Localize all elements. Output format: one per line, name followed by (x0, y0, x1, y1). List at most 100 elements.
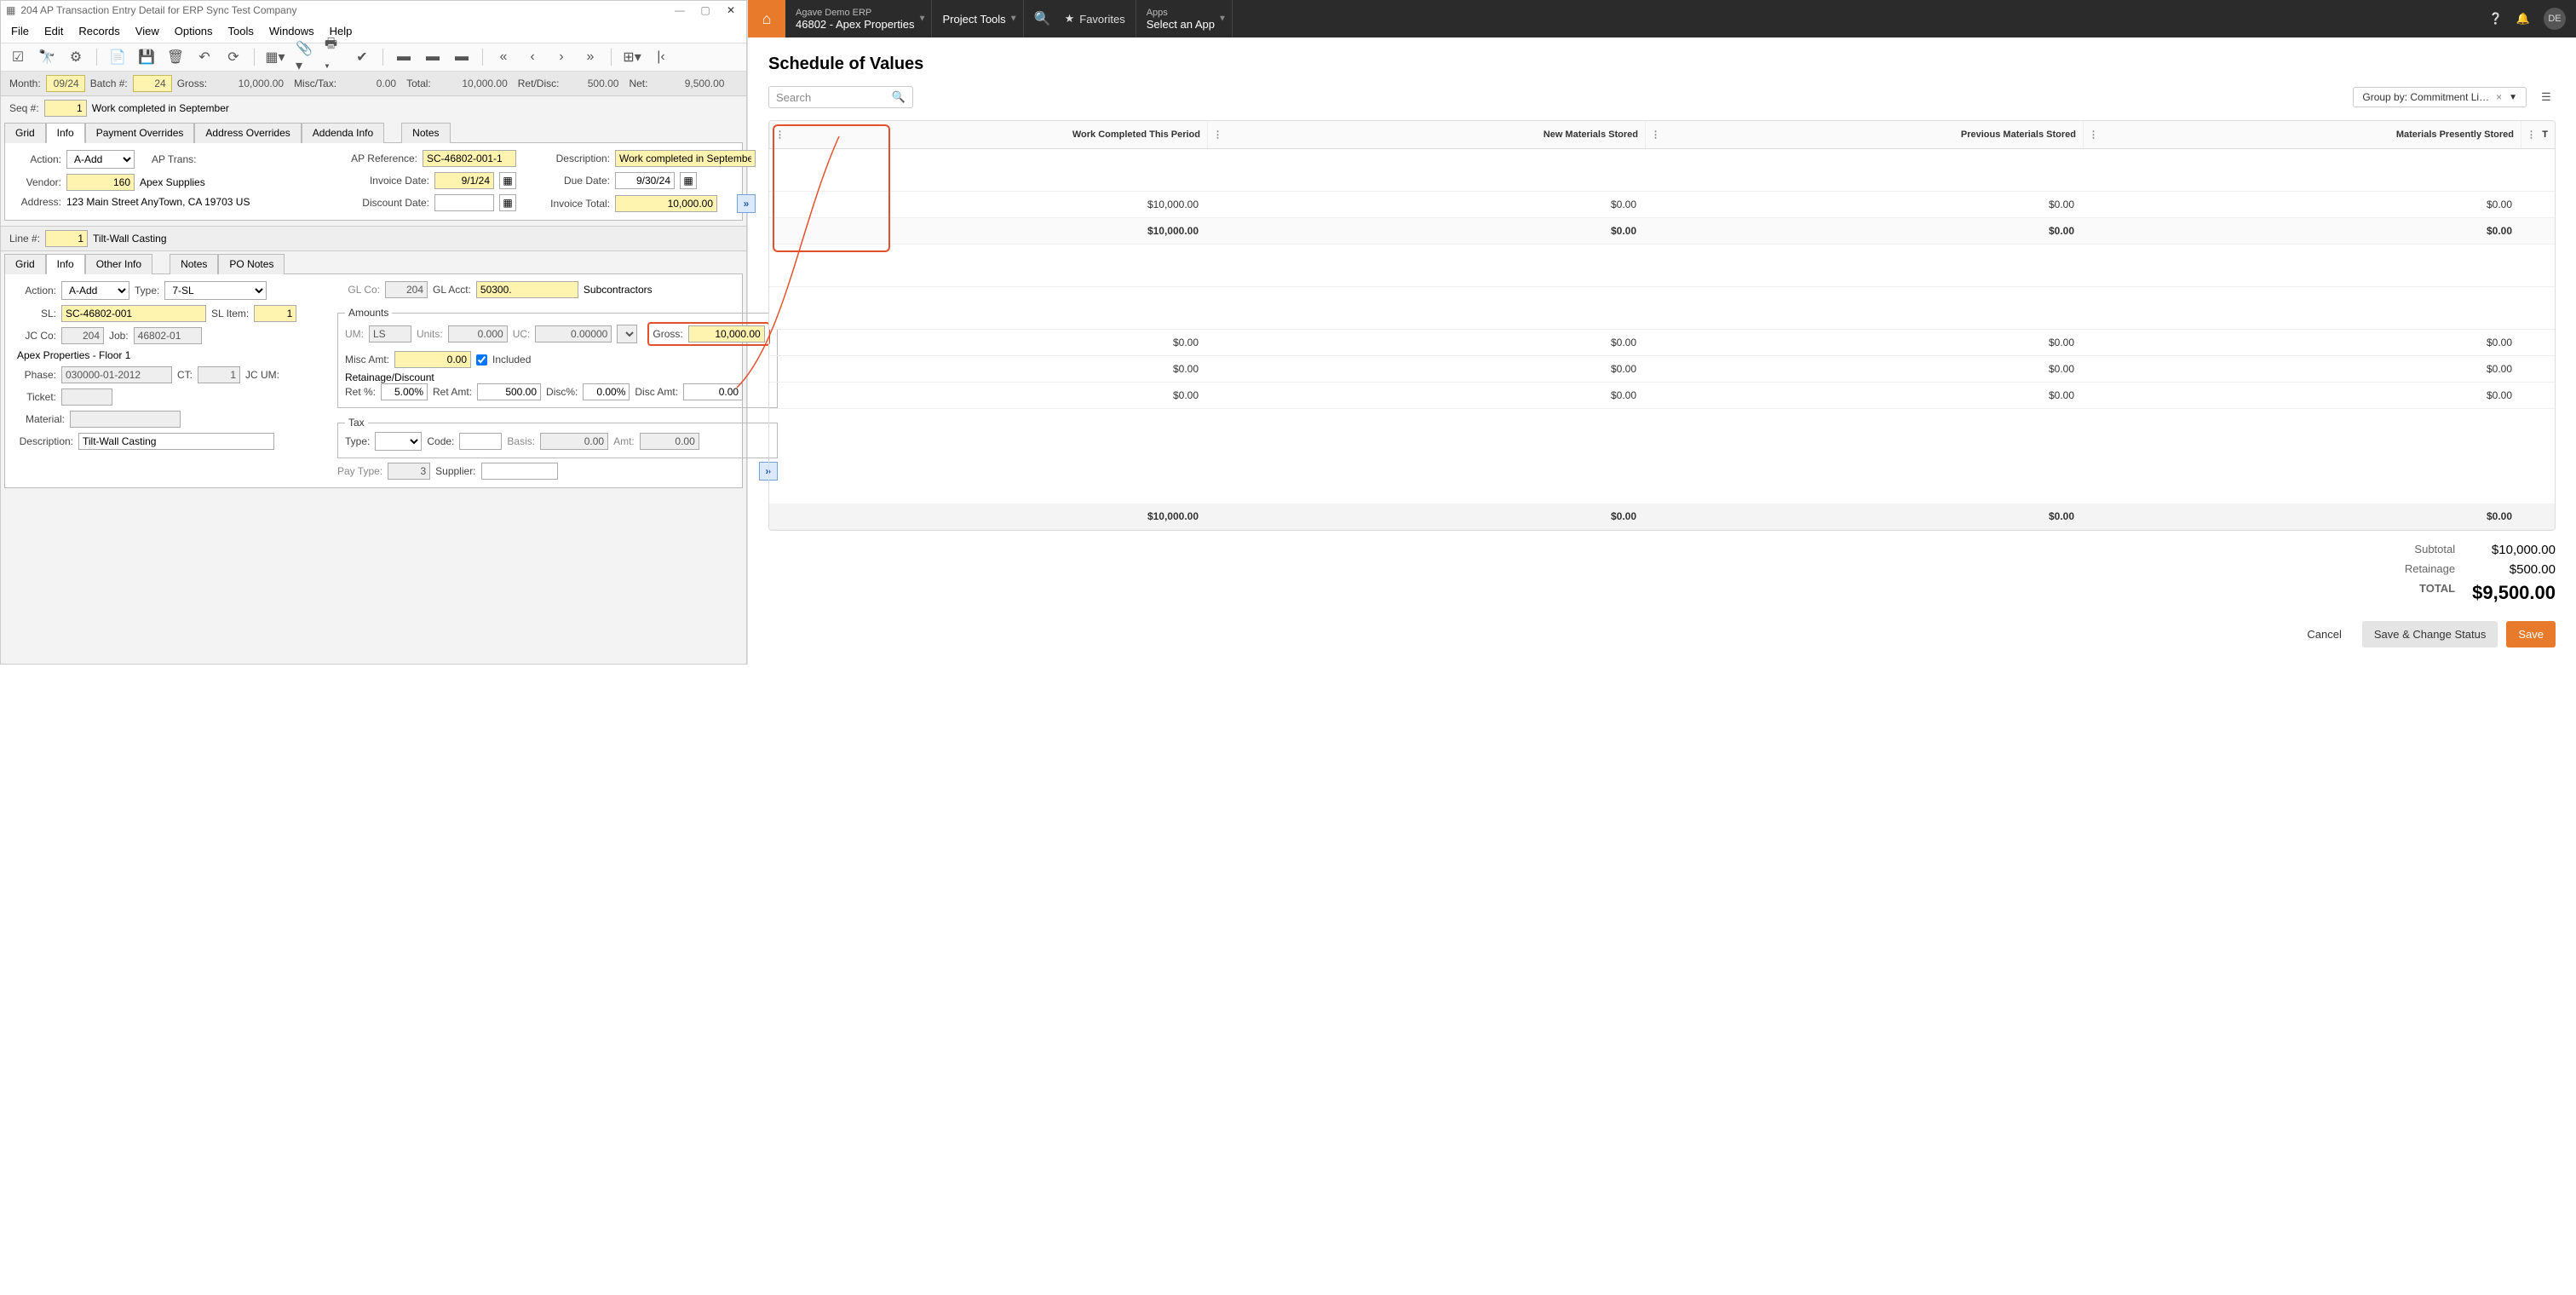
seq-input[interactable] (44, 100, 87, 117)
action2-select[interactable]: A-Add (61, 281, 129, 300)
tab-grid-2[interactable]: Grid (4, 254, 46, 274)
line-input[interactable] (45, 230, 88, 247)
settings-sliders-icon[interactable]: ☰ (2537, 88, 2556, 106)
print-icon[interactable]: 🖶▾ (325, 49, 342, 66)
check-icon[interactable]: ☑ (9, 49, 26, 66)
taxtype-select[interactable] (375, 432, 422, 451)
tab-notes-2[interactable]: Notes (170, 254, 218, 274)
tab-info-2[interactable]: Info (46, 254, 85, 274)
table-row[interactable]: $0.00$0.00$0.00$0.00 (769, 356, 2555, 383)
miscamt-input[interactable] (394, 351, 471, 368)
tab-addenda-info[interactable]: Addenda Info (302, 123, 384, 143)
menu-records[interactable]: Records (78, 25, 119, 37)
search-input[interactable]: Search 🔍 (768, 86, 913, 108)
code-input[interactable] (459, 433, 502, 450)
cancel-button[interactable]: Cancel (2295, 621, 2353, 648)
menu-windows[interactable]: Windows (269, 25, 314, 37)
tab-notes-1[interactable]: Notes (401, 123, 450, 143)
discdate-input[interactable] (434, 194, 494, 211)
maximize-button[interactable]: ▢ (695, 4, 716, 16)
retpct-input[interactable] (381, 383, 428, 400)
close-button[interactable]: ✕ (721, 4, 741, 16)
discamt-input[interactable] (683, 383, 743, 400)
save-button[interactable]: Save (2506, 621, 2556, 648)
apps-selector[interactable]: Apps Select an App ▼ (1136, 0, 1233, 37)
column-menu-icon[interactable]: ⋮ (2527, 130, 2536, 141)
menu-tools[interactable]: Tools (228, 25, 254, 37)
tab-payment-overrides[interactable]: Payment Overrides (85, 123, 195, 143)
menu-file[interactable]: File (11, 25, 29, 37)
gear-icon[interactable]: ⚙ (67, 49, 84, 66)
table-icon[interactable]: ⊞▾ (624, 49, 641, 66)
binoculars-icon[interactable]: 🔭 (38, 49, 55, 66)
panel1-icon[interactable]: ▬ (395, 49, 412, 66)
bell-icon[interactable]: 🔔 (2516, 12, 2530, 26)
table-row[interactable] (769, 287, 2555, 330)
table-row[interactable] (769, 245, 2555, 287)
next-record-icon[interactable]: › (553, 49, 570, 66)
table-row[interactable] (769, 149, 2555, 192)
discpct-input[interactable] (583, 383, 630, 400)
type-select[interactable]: 7-SL (164, 281, 267, 300)
month-value[interactable]: 09/24 (46, 75, 85, 92)
calendar-icon[interactable]: ▦ (499, 172, 516, 189)
sl-input[interactable] (61, 305, 206, 322)
menu-edit[interactable]: Edit (44, 25, 63, 37)
batch-value[interactable]: 24 (133, 75, 172, 92)
table-row[interactable]: $0.00$0.00$0.00$0.00 (769, 330, 2555, 356)
menu-options[interactable]: Options (175, 25, 213, 37)
tools-selector[interactable]: Project Tools ▼ (932, 0, 1023, 37)
glacct-input[interactable] (476, 281, 578, 298)
table-row[interactable]: $10,000.00$0.00$0.00$0.00 (769, 218, 2555, 245)
calendar-icon-3[interactable]: ▦ (680, 172, 697, 189)
panel2-icon[interactable]: ▬ (424, 49, 441, 66)
save-change-status-button[interactable]: Save & Change Status (2362, 621, 2498, 648)
last-record-icon[interactable]: » (582, 49, 599, 66)
invdate-input[interactable] (434, 172, 494, 189)
goto-first-icon[interactable]: |‹ (653, 49, 670, 66)
tab-po-notes[interactable]: PO Notes (218, 254, 285, 274)
search-icon[interactable]: 🔍 (1034, 10, 1051, 27)
table-row[interactable]: $10,000.00$0.00$0.00$0.00 (769, 192, 2555, 218)
panel3-icon[interactable]: ▬ (453, 49, 470, 66)
tab-info-1[interactable]: Info (46, 123, 85, 143)
desc-input[interactable] (615, 150, 756, 167)
tab-address-overrides[interactable]: Address Overrides (194, 123, 301, 143)
home-button[interactable]: ⌂ (748, 0, 785, 37)
refresh-icon[interactable]: ⟳ (225, 49, 242, 66)
tab-grid-1[interactable]: Grid (4, 123, 46, 143)
trash-icon[interactable]: 🗑 (167, 49, 184, 66)
table-row[interactable]: $0.00$0.00$0.00$0.00 (769, 383, 2555, 409)
help-icon[interactable]: ❔ (2489, 12, 2503, 26)
minimize-button[interactable]: — (670, 4, 690, 16)
attach-icon[interactable]: 📎▾ (296, 49, 313, 66)
supplier-input[interactable] (481, 463, 558, 480)
vendor-no-input[interactable] (66, 174, 135, 191)
new-file-icon[interactable]: 📄 (109, 49, 126, 66)
included-checkbox[interactable] (476, 354, 487, 365)
due-input[interactable] (615, 172, 675, 189)
column-menu-icon[interactable]: ⋮ (1213, 130, 1222, 141)
user-avatar[interactable]: DE (2544, 8, 2566, 30)
action-select[interactable]: A-Add (66, 150, 135, 169)
invtotal-input[interactable] (615, 195, 717, 212)
calendar-icon-2[interactable]: ▦ (499, 194, 516, 211)
clear-groupby-icon[interactable]: × (2496, 91, 2502, 103)
menu-view[interactable]: View (135, 25, 159, 37)
spellcheck-icon[interactable]: ✔ (354, 49, 371, 66)
org-selector[interactable]: Agave Demo ERP 46802 - Apex Properties ▼ (785, 0, 932, 37)
apref-input[interactable] (423, 150, 516, 167)
column-menu-icon[interactable]: ⋮ (775, 130, 785, 141)
desc2-input[interactable] (78, 433, 274, 450)
column-menu-icon[interactable]: ⋮ (1651, 130, 1660, 141)
retamt-input[interactable] (477, 383, 541, 400)
tab-other-info[interactable]: Other Info (85, 254, 152, 274)
first-record-icon[interactable]: « (495, 49, 512, 66)
undo-icon[interactable]: ↶ (196, 49, 213, 66)
prev-record-icon[interactable]: ‹ (524, 49, 541, 66)
grid-icon[interactable]: ▦▾ (267, 49, 284, 66)
slitem-input[interactable] (254, 305, 296, 322)
column-menu-icon[interactable]: ⋮ (2089, 130, 2098, 141)
groupby-chip[interactable]: Group by: Commitment Li… × ▼ (2353, 87, 2527, 107)
save-icon[interactable]: 💾 (138, 49, 155, 66)
